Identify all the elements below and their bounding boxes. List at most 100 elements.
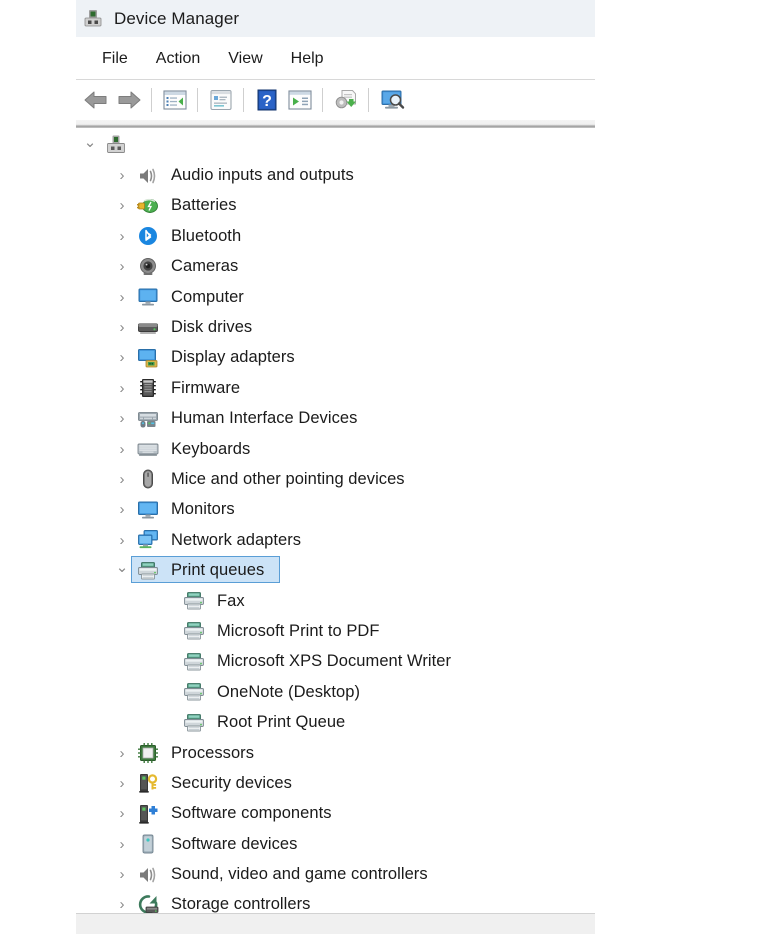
toolbar: ? [76,80,595,120]
tree-item-security-devices[interactable]: Security devices [76,768,595,798]
title-bar: Device Manager [76,0,595,37]
tree-item-network-adapters[interactable]: Network adapters [76,525,595,555]
toolbar-separator-3 [243,88,244,112]
tree-item-human-interface-devices[interactable]: Human Interface Devices [76,404,595,434]
device-manager-window: Device Manager File Action View Help ? ⌄… [76,0,595,934]
toolbar-separator-4 [322,88,323,112]
tree-item-fax[interactable]: Fax [76,586,595,616]
chevron-right-icon[interactable] [115,746,129,760]
chevron-right-icon[interactable] [115,351,129,365]
chevron-right-icon[interactable] [115,442,129,456]
forward-button[interactable] [112,85,145,115]
tree-item-batteries[interactable]: Batteries [76,191,595,221]
tree-item-display-adapters[interactable]: Display adapters [76,343,595,373]
chevron-placeholder [161,716,175,730]
tree-item-label: Software components [171,804,332,823]
tree-item-print-queues[interactable]: Print queues [76,555,595,585]
chevron-down-icon[interactable] [83,138,97,152]
chevron-right-icon[interactable] [115,898,129,912]
hid-icon [137,408,159,430]
tree-item-microsoft-print-to-pdf[interactable]: Microsoft Print to PDF [76,616,595,646]
tree-item-label: Storage controllers [171,895,311,913]
display-resources-button[interactable] [375,85,408,115]
camera-icon [137,256,159,278]
tree-item-firmware[interactable]: Firmware [76,373,595,403]
tree-item-label: Processors [171,743,255,762]
chevron-right-icon[interactable] [115,868,129,882]
chevron-right-icon[interactable] [115,807,129,821]
chevron-right-icon[interactable] [115,472,129,486]
chevron-right-icon[interactable] [115,199,129,213]
tree-item-sound-video-and-game-controllers[interactable]: Sound, video and game controllers [76,859,595,889]
chevron-right-icon[interactable] [115,837,129,851]
chevron-right-icon[interactable] [115,260,129,274]
chevron-placeholder [161,655,175,669]
chevron-right-icon[interactable] [115,533,129,547]
chevron-right-icon[interactable] [115,412,129,426]
forward-arrow-icon [116,89,142,111]
chevron-right-icon[interactable] [115,229,129,243]
tree-item-bluetooth[interactable]: Bluetooth [76,221,595,251]
tree-item-label: Keyboards [171,439,251,458]
help-button[interactable]: ? [250,85,283,115]
tree-item-label: Root Print Queue [217,713,346,732]
tree-root-node[interactable] [76,130,595,160]
chevron-placeholder [161,685,175,699]
tree-item-label: Computer [171,287,244,306]
tree-item-keyboards[interactable]: Keyboards [76,434,595,464]
chevron-right-icon[interactable] [115,503,129,517]
properties-button[interactable] [204,85,237,115]
bluetooth-icon [137,225,159,247]
tree-item-disk-drives[interactable]: Disk drives [76,312,595,342]
menu-bar: File Action View Help [76,37,595,80]
computer-icon [137,286,159,308]
tree-item-label: Monitors [171,500,235,519]
menu-action[interactable]: Action [142,47,214,71]
tree-item-computer[interactable]: Computer [76,282,595,312]
menu-file[interactable]: File [88,47,142,71]
update-driver-icon [287,88,313,112]
monitor-search-icon [379,88,405,112]
tree-item-mice-and-other-pointing-devices[interactable]: Mice and other pointing devices [76,464,595,494]
tree-item-label: Disk drives [171,318,253,337]
printer-icon [183,712,205,734]
tree-item-label: Human Interface Devices [171,409,358,428]
update-driver-button[interactable] [283,85,316,115]
chevron-right-icon[interactable] [115,290,129,304]
chevron-down-icon[interactable] [115,564,129,578]
display-adapter-icon [137,347,159,369]
status-bar [76,913,595,934]
chevron-right-icon[interactable] [115,169,129,183]
tree-item-audio-inputs-and-outputs[interactable]: Audio inputs and outputs [76,160,595,190]
tree-item-label: Print queues [171,561,265,580]
battery-icon [137,195,159,217]
tree-item-storage-controllers[interactable]: Storage controllers [76,890,595,913]
tree-item-processors[interactable]: Processors [76,738,595,768]
scan-hardware-icon [333,88,359,112]
tree-item-monitors[interactable]: Monitors [76,495,595,525]
chevron-right-icon[interactable] [115,776,129,790]
tree-item-label: Network adapters [171,530,302,549]
console-tree-icon [162,88,188,112]
tree-item-cameras[interactable]: Cameras [76,252,595,282]
chevron-right-icon[interactable] [115,321,129,335]
tree-item-root-print-queue[interactable]: Root Print Queue [76,707,595,737]
tree-item-microsoft-xps-document-writer[interactable]: Microsoft XPS Document Writer [76,647,595,677]
show-hide-tree-button[interactable] [158,85,191,115]
back-button[interactable] [79,85,112,115]
software-component-icon [137,803,159,825]
tree-item-label: Bluetooth [171,226,242,245]
device-tree[interactable]: Audio inputs and outputs Batteries Bluetoo… [76,130,595,913]
chevron-right-icon[interactable] [115,381,129,395]
tree-item-label: Mice and other pointing devices [171,469,405,488]
scan-hardware-button[interactable] [329,85,362,115]
printer-icon [137,560,159,582]
tree-item-onenote-desktop[interactable]: OneNote (Desktop) [76,677,595,707]
mouse-icon [137,468,159,490]
tree-item-software-devices[interactable]: Software devices [76,829,595,859]
menu-help[interactable]: Help [277,47,338,71]
tree-item-label: OneNote (Desktop) [217,682,360,701]
menu-view[interactable]: View [214,47,276,71]
keyboard-icon [137,438,159,460]
tree-item-software-components[interactable]: Software components [76,799,595,829]
